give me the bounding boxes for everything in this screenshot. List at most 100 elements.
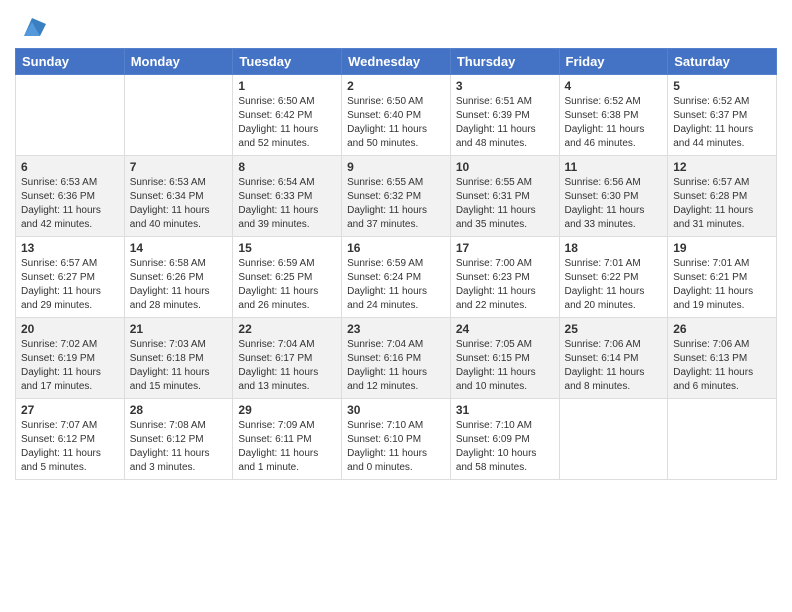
day-info: Sunrise: 6:53 AM Sunset: 6:34 PM Dayligh…: [130, 176, 228, 232]
calendar-cell: 23Sunrise: 7:04 AM Sunset: 6:16 PM Dayli…: [342, 318, 451, 399]
calendar-cell: 9Sunrise: 6:55 AM Sunset: 6:32 PM Daylig…: [342, 156, 451, 237]
day-number: 16: [347, 241, 445, 255]
day-info: Sunrise: 6:55 AM Sunset: 6:31 PM Dayligh…: [456, 176, 554, 232]
day-info: Sunrise: 6:56 AM Sunset: 6:30 PM Dayligh…: [565, 176, 663, 232]
day-number: 14: [130, 241, 228, 255]
calendar-cell: 10 Sunrise: 6:55 AM Sunset: 6:31 PM Dayli…: [450, 156, 559, 237]
calendar-week-row: 6 Sunrise: 6:53 AM Sunset: 6:36 PM Daylig…: [16, 156, 777, 237]
day-info: Sunrise: 6:54 AM Sunset: 6:33 PM Dayligh…: [238, 176, 336, 232]
day-number: 31: [456, 403, 554, 417]
day-info: Sunrise: 7:04 AM Sunset: 6:16 PM Dayligh…: [347, 338, 445, 394]
calendar-cell: 6 Sunrise: 6:53 AM Sunset: 6:36 PM Daylig…: [16, 156, 125, 237]
calendar-cell: 24Sunrise: 7:05 AM Sunset: 6:15 PM Dayli…: [450, 318, 559, 399]
calendar-cell: 22 Sunrise: 7:04 AM Sunset: 6:17 PM Dayli…: [233, 318, 342, 399]
weekday-header: Saturday: [668, 49, 777, 75]
day-info: Sunrise: 6:50 AM Sunset: 6:40 PM Dayligh…: [347, 95, 445, 151]
day-info: Sunrise: 7:02 AM Sunset: 6:19 PM Dayligh…: [21, 338, 119, 394]
calendar-cell: 18 Sunrise: 7:01 AM Sunset: 6:22 PM Dayli…: [559, 237, 668, 318]
calendar-cell: 29Sunrise: 7:09 AM Sunset: 6:11 PM Dayli…: [233, 399, 342, 480]
day-number: 10: [456, 160, 554, 174]
day-info: Sunrise: 7:01 AM Sunset: 6:21 PM Dayligh…: [673, 257, 771, 313]
calendar-cell: 28Sunrise: 7:08 AM Sunset: 6:12 PM Dayli…: [124, 399, 233, 480]
calendar-cell: [559, 399, 668, 480]
calendar-cell: 19 Sunrise: 7:01 AM Sunset: 6:21 PM Dayli…: [668, 237, 777, 318]
calendar-cell: 8 Sunrise: 6:54 AM Sunset: 6:33 PM Daylig…: [233, 156, 342, 237]
day-number: 19: [673, 241, 771, 255]
day-number: 12: [673, 160, 771, 174]
day-info: Sunrise: 6:59 AM Sunset: 6:24 PM Dayligh…: [347, 257, 445, 313]
logo: [15, 14, 46, 42]
day-info: Sunrise: 6:59 AM Sunset: 6:25 PM Dayligh…: [238, 257, 336, 313]
day-number: 26: [673, 322, 771, 336]
day-number: 4: [565, 79, 663, 93]
calendar-cell: 2Sunrise: 6:50 AM Sunset: 6:40 PM Daylig…: [342, 75, 451, 156]
calendar-week-row: 20 Sunrise: 7:02 AM Sunset: 6:19 PM Dayli…: [16, 318, 777, 399]
day-number: 22: [238, 322, 336, 336]
calendar-cell: 17Sunrise: 7:00 AM Sunset: 6:23 PM Dayli…: [450, 237, 559, 318]
day-info: Sunrise: 6:57 AM Sunset: 6:28 PM Dayligh…: [673, 176, 771, 232]
day-info: Sunrise: 7:04 AM Sunset: 6:17 PM Dayligh…: [238, 338, 336, 394]
calendar-week-row: 1Sunrise: 6:50 AM Sunset: 6:42 PM Daylig…: [16, 75, 777, 156]
day-number: 13: [21, 241, 119, 255]
day-info: Sunrise: 6:50 AM Sunset: 6:42 PM Dayligh…: [238, 95, 336, 151]
calendar-cell: 21 Sunrise: 7:03 AM Sunset: 6:18 PM Dayli…: [124, 318, 233, 399]
calendar-table: SundayMondayTuesdayWednesdayThursdayFrid…: [15, 48, 777, 480]
weekday-header: Wednesday: [342, 49, 451, 75]
day-info: Sunrise: 6:53 AM Sunset: 6:36 PM Dayligh…: [21, 176, 119, 232]
day-number: 6: [21, 160, 119, 174]
day-number: 18: [565, 241, 663, 255]
day-info: Sunrise: 7:07 AM Sunset: 6:12 PM Dayligh…: [21, 419, 119, 475]
day-info: Sunrise: 7:05 AM Sunset: 6:15 PM Dayligh…: [456, 338, 554, 394]
day-info: Sunrise: 7:03 AM Sunset: 6:18 PM Dayligh…: [130, 338, 228, 394]
calendar-cell: [124, 75, 233, 156]
day-number: 9: [347, 160, 445, 174]
calendar-cell: 13 Sunrise: 6:57 AM Sunset: 6:27 PM Dayli…: [16, 237, 125, 318]
calendar-cell: 26 Sunrise: 7:06 AM Sunset: 6:13 PM Dayli…: [668, 318, 777, 399]
day-info: Sunrise: 7:10 AM Sunset: 6:09 PM Dayligh…: [456, 419, 554, 475]
day-info: Sunrise: 7:06 AM Sunset: 6:13 PM Dayligh…: [673, 338, 771, 394]
day-number: 15: [238, 241, 336, 255]
day-info: Sunrise: 7:01 AM Sunset: 6:22 PM Dayligh…: [565, 257, 663, 313]
day-number: 21: [130, 322, 228, 336]
calendar-cell: 5Sunrise: 6:52 AM Sunset: 6:37 PM Daylig…: [668, 75, 777, 156]
calendar-cell: 1Sunrise: 6:50 AM Sunset: 6:42 PM Daylig…: [233, 75, 342, 156]
calendar-cell: 15 Sunrise: 6:59 AM Sunset: 6:25 PM Dayli…: [233, 237, 342, 318]
day-info: Sunrise: 7:06 AM Sunset: 6:14 PM Dayligh…: [565, 338, 663, 394]
day-number: 5: [673, 79, 771, 93]
weekday-header: Sunday: [16, 49, 125, 75]
page: SundayMondayTuesdayWednesdayThursdayFrid…: [0, 0, 792, 612]
calendar-cell: 12 Sunrise: 6:57 AM Sunset: 6:28 PM Dayli…: [668, 156, 777, 237]
calendar-cell: 20 Sunrise: 7:02 AM Sunset: 6:19 PM Dayli…: [16, 318, 125, 399]
day-number: 3: [456, 79, 554, 93]
day-info: Sunrise: 6:51 AM Sunset: 6:39 PM Dayligh…: [456, 95, 554, 151]
day-number: 7: [130, 160, 228, 174]
calendar-week-row: 13 Sunrise: 6:57 AM Sunset: 6:27 PM Dayli…: [16, 237, 777, 318]
day-info: Sunrise: 7:08 AM Sunset: 6:12 PM Dayligh…: [130, 419, 228, 475]
calendar-cell: [668, 399, 777, 480]
calendar-cell: 14Sunrise: 6:58 AM Sunset: 6:26 PM Dayli…: [124, 237, 233, 318]
calendar-cell: 3 Sunrise: 6:51 AM Sunset: 6:39 PM Daylig…: [450, 75, 559, 156]
calendar-cell: 11 Sunrise: 6:56 AM Sunset: 6:30 PM Dayli…: [559, 156, 668, 237]
calendar-week-row: 27Sunrise: 7:07 AM Sunset: 6:12 PM Dayli…: [16, 399, 777, 480]
day-number: 8: [238, 160, 336, 174]
day-number: 20: [21, 322, 119, 336]
day-number: 11: [565, 160, 663, 174]
day-number: 17: [456, 241, 554, 255]
calendar-cell: 4 Sunrise: 6:52 AM Sunset: 6:38 PM Daylig…: [559, 75, 668, 156]
weekday-header: Friday: [559, 49, 668, 75]
weekday-header-row: SundayMondayTuesdayWednesdayThursdayFrid…: [16, 49, 777, 75]
logo-icon: [18, 14, 46, 42]
calendar-cell: 31 Sunrise: 7:10 AM Sunset: 6:09 PM Dayli…: [450, 399, 559, 480]
weekday-header: Thursday: [450, 49, 559, 75]
header: [15, 10, 777, 42]
day-number: 25: [565, 322, 663, 336]
calendar-cell: [16, 75, 125, 156]
day-info: Sunrise: 6:52 AM Sunset: 6:38 PM Dayligh…: [565, 95, 663, 151]
weekday-header: Monday: [124, 49, 233, 75]
calendar-cell: 7 Sunrise: 6:53 AM Sunset: 6:34 PM Daylig…: [124, 156, 233, 237]
day-info: Sunrise: 6:57 AM Sunset: 6:27 PM Dayligh…: [21, 257, 119, 313]
day-info: Sunrise: 7:09 AM Sunset: 6:11 PM Dayligh…: [238, 419, 336, 475]
calendar-cell: 25 Sunrise: 7:06 AM Sunset: 6:14 PM Dayli…: [559, 318, 668, 399]
day-number: 30: [347, 403, 445, 417]
weekday-header: Tuesday: [233, 49, 342, 75]
